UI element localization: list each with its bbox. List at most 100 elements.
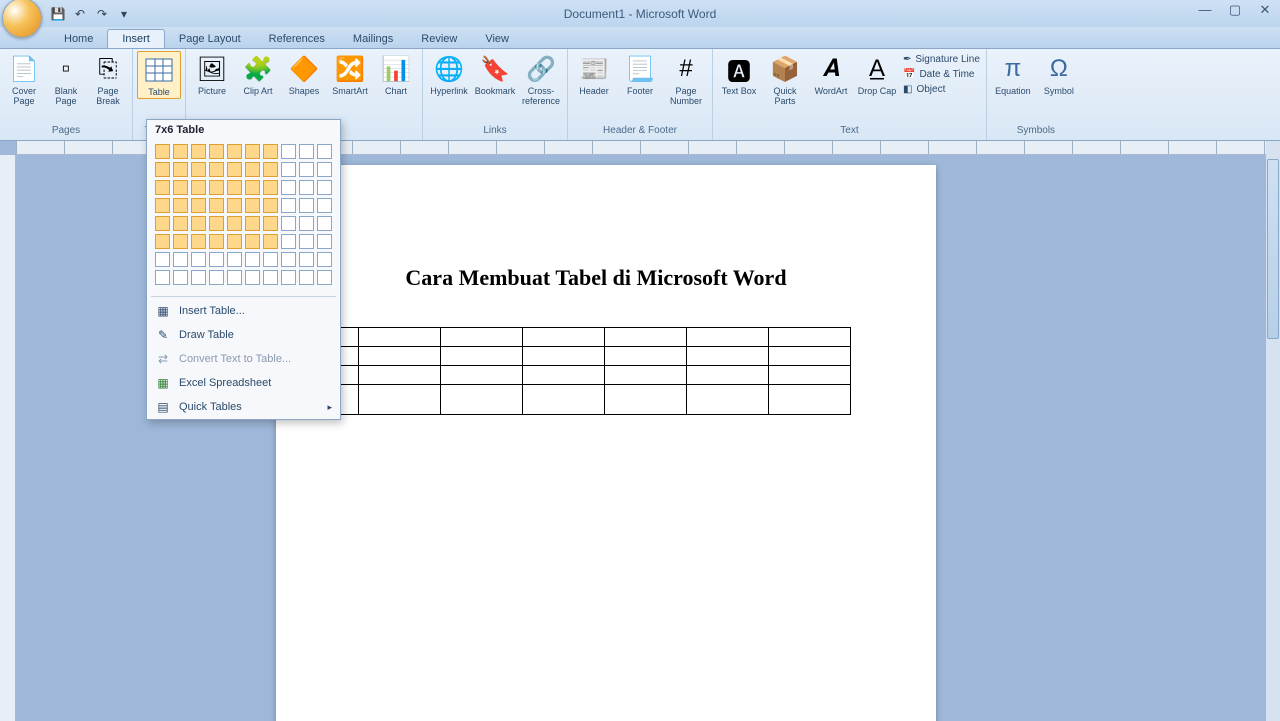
grid-cell[interactable]: [317, 144, 332, 159]
qat-more-icon[interactable]: ▾: [116, 6, 132, 22]
grid-cell[interactable]: [155, 216, 170, 231]
grid-cell[interactable]: [245, 216, 260, 231]
grid-cell[interactable]: [263, 144, 278, 159]
grid-cell[interactable]: [281, 234, 296, 249]
grid-cell[interactable]: [227, 252, 242, 267]
scrollbar-thumb[interactable]: [1267, 159, 1279, 339]
chart-button[interactable]: 📊Chart: [374, 51, 418, 97]
grid-cell[interactable]: [173, 270, 188, 285]
hyperlink-button[interactable]: 🌐Hyperlink: [427, 51, 471, 97]
grid-cell[interactable]: [155, 144, 170, 159]
grid-cell[interactable]: [155, 252, 170, 267]
grid-cell[interactable]: [173, 216, 188, 231]
vertical-ruler[interactable]: [0, 155, 16, 721]
grid-cell[interactable]: [263, 180, 278, 195]
page-number-button[interactable]: #Page Number: [664, 51, 708, 107]
close-button[interactable]: ✕: [1256, 2, 1274, 16]
grid-cell[interactable]: [173, 162, 188, 177]
maximize-button[interactable]: ▢: [1226, 2, 1244, 16]
grid-cell[interactable]: [281, 198, 296, 213]
text-box-button[interactable]: 🅰Text Box: [717, 51, 761, 97]
grid-cell[interactable]: [299, 252, 314, 267]
excel-spreadsheet-menu[interactable]: ▦Excel Spreadsheet: [147, 371, 340, 395]
grid-cell[interactable]: [209, 198, 224, 213]
grid-cell[interactable]: [299, 216, 314, 231]
grid-cell[interactable]: [317, 216, 332, 231]
grid-cell[interactable]: [209, 216, 224, 231]
grid-cell[interactable]: [209, 180, 224, 195]
header-button[interactable]: 📰Header: [572, 51, 616, 97]
cover-page-button[interactable]: 📄 Cover Page: [4, 51, 44, 107]
inserted-table[interactable]: [276, 327, 851, 415]
grid-cell[interactable]: [317, 162, 332, 177]
grid-cell[interactable]: [209, 252, 224, 267]
save-icon[interactable]: 💾: [50, 6, 66, 22]
shapes-button[interactable]: 🔶Shapes: [282, 51, 326, 97]
grid-cell[interactable]: [191, 234, 206, 249]
grid-cell[interactable]: [155, 234, 170, 249]
grid-cell[interactable]: [155, 180, 170, 195]
grid-cell[interactable]: [173, 144, 188, 159]
grid-cell[interactable]: [155, 162, 170, 177]
grid-cell[interactable]: [209, 234, 224, 249]
object-button[interactable]: ◧Object: [901, 83, 982, 96]
tab-page-layout[interactable]: Page Layout: [165, 30, 255, 48]
tab-home[interactable]: Home: [50, 30, 107, 48]
grid-cell[interactable]: [263, 252, 278, 267]
minimize-button[interactable]: —: [1196, 2, 1214, 16]
blank-page-button[interactable]: ▫ Blank Page: [46, 51, 86, 107]
grid-cell[interactable]: [281, 216, 296, 231]
grid-cell[interactable]: [191, 144, 206, 159]
grid-cell[interactable]: [173, 198, 188, 213]
grid-cell[interactable]: [227, 198, 242, 213]
grid-cell[interactable]: [227, 216, 242, 231]
grid-cell[interactable]: [227, 180, 242, 195]
grid-cell[interactable]: [245, 252, 260, 267]
grid-cell[interactable]: [299, 180, 314, 195]
grid-cell[interactable]: [281, 252, 296, 267]
tab-insert[interactable]: Insert: [107, 29, 165, 48]
grid-cell[interactable]: [281, 270, 296, 285]
grid-cell[interactable]: [209, 162, 224, 177]
undo-icon[interactable]: ↶: [72, 6, 88, 22]
grid-cell[interactable]: [191, 162, 206, 177]
picture-button[interactable]: 🖼Picture: [190, 51, 234, 97]
grid-cell[interactable]: [191, 216, 206, 231]
grid-cell[interactable]: [263, 270, 278, 285]
grid-cell[interactable]: [263, 216, 278, 231]
grid-cell[interactable]: [281, 162, 296, 177]
grid-cell[interactable]: [245, 198, 260, 213]
grid-cell[interactable]: [317, 198, 332, 213]
grid-cell[interactable]: [299, 162, 314, 177]
equation-button[interactable]: πEquation: [991, 51, 1035, 97]
cross-reference-button[interactable]: 🔗Cross-reference: [519, 51, 563, 107]
table-button[interactable]: Table: [137, 51, 181, 99]
grid-cell[interactable]: [209, 270, 224, 285]
grid-cell[interactable]: [155, 198, 170, 213]
grid-cell[interactable]: [263, 162, 278, 177]
grid-cell[interactable]: [317, 180, 332, 195]
document-page[interactable]: Cara Membuat Tabel di Microsoft Word: [276, 165, 936, 721]
grid-cell[interactable]: [191, 198, 206, 213]
grid-cell[interactable]: [191, 270, 206, 285]
quick-parts-button[interactable]: 📦Quick Parts: [763, 51, 807, 107]
grid-cell[interactable]: [317, 234, 332, 249]
signature-line-button[interactable]: ✒Signature Line: [901, 53, 982, 66]
grid-cell[interactable]: [245, 270, 260, 285]
grid-cell[interactable]: [227, 234, 242, 249]
grid-cell[interactable]: [155, 270, 170, 285]
grid-cell[interactable]: [173, 234, 188, 249]
grid-cell[interactable]: [281, 180, 296, 195]
grid-cell[interactable]: [317, 252, 332, 267]
drop-cap-button[interactable]: A̲Drop Cap: [855, 51, 899, 97]
draw-table-menu[interactable]: ✎Draw Table: [147, 323, 340, 347]
page-break-button[interactable]: ⎘ Page Break: [88, 51, 128, 107]
grid-cell[interactable]: [227, 270, 242, 285]
tab-references[interactable]: References: [255, 30, 339, 48]
smartart-button[interactable]: 🔀SmartArt: [328, 51, 372, 97]
tab-review[interactable]: Review: [407, 30, 471, 48]
footer-button[interactable]: 📃Footer: [618, 51, 662, 97]
grid-cell[interactable]: [245, 144, 260, 159]
grid-cell[interactable]: [299, 270, 314, 285]
bookmark-button[interactable]: 🔖Bookmark: [473, 51, 517, 97]
